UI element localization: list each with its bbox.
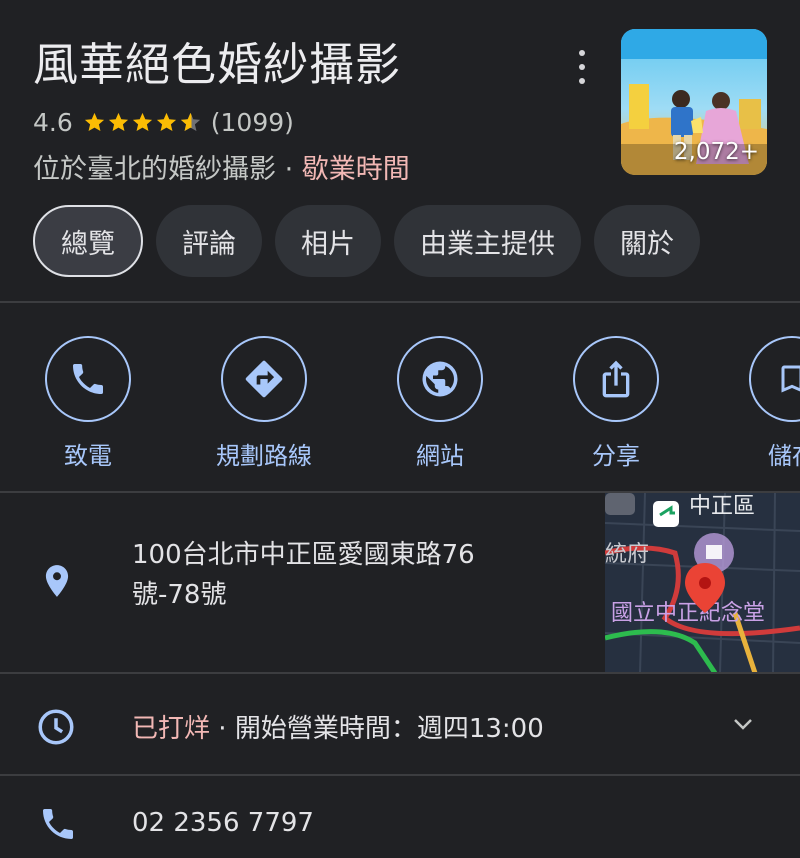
share-label: 分享: [592, 442, 640, 470]
category-row: 位於臺北的婚紗攝影 · 歇業時間: [33, 147, 410, 186]
hours-link[interactable]: 歇業時間: [302, 154, 410, 185]
tab-overview[interactable]: 總覽: [33, 205, 143, 277]
closed-status: 已打烊: [132, 714, 211, 744]
place-header: 風華絕色婚紗攝影 4.6 (1099) 位於臺北的婚紗攝影 · 歇業時間 2,0…: [0, 0, 800, 200]
phone-icon: [43, 809, 73, 839]
tab-photos[interactable]: 相片: [275, 205, 381, 277]
more-options-icon[interactable]: [568, 50, 596, 84]
hours-status: 已打烊 · 開始營業時間：週四13:00: [132, 708, 544, 745]
place-photo-thumbnail[interactable]: 2,072+: [621, 29, 767, 175]
address-row[interactable]: 100台北市中正區愛國東路76 號-78號 中正區 統府 國立中正紀念堂: [0, 493, 800, 673]
location-pin-icon: [45, 565, 69, 597]
phone-number: 02 2356 7797: [132, 808, 314, 838]
rating-value: 4.6: [33, 108, 73, 137]
category-label: 位於臺北的婚紗攝影: [33, 154, 276, 185]
share-button[interactable]: 分享: [528, 336, 704, 471]
save-label: 儲存: [768, 442, 800, 470]
star-icon: [84, 112, 104, 132]
next-open-time: 開始營業時間：週四13:00: [234, 714, 544, 744]
divider: [0, 301, 800, 303]
address-text: 100台北市中正區愛國東路76 號-78號: [132, 535, 552, 615]
meta-separator: ·: [276, 154, 302, 185]
globe-icon: [422, 361, 458, 397]
directions-icon: [245, 360, 283, 398]
star-icon: [108, 112, 128, 132]
action-buttons: 致電 規劃路線 網站 分享 儲存: [0, 336, 800, 470]
tab-from-owner[interactable]: 由業主提供: [394, 205, 581, 277]
star-icon: [156, 112, 176, 132]
map-thumbnail[interactable]: 中正區 統府 國立中正紀念堂: [605, 493, 800, 673]
address-line-2: 號-78號: [132, 580, 227, 610]
website-button[interactable]: 網站: [352, 336, 528, 471]
tab-about[interactable]: 關於: [594, 205, 700, 277]
tab-reviews[interactable]: 評論: [156, 205, 262, 277]
phone-icon: [73, 364, 103, 394]
website-label: 網站: [416, 442, 464, 470]
rating-row[interactable]: 4.6 (1099): [33, 108, 294, 137]
call-button[interactable]: 致電: [0, 336, 176, 471]
address-line-1: 100台北市中正區愛國東路76: [132, 540, 475, 570]
tab-bar: 總覽 評論 相片 由業主提供 關於: [33, 205, 700, 277]
place-title: 風華絕色婚紗攝影: [33, 38, 402, 91]
directions-button[interactable]: 規劃路線: [176, 336, 352, 471]
half-star-icon: [180, 112, 200, 132]
map-image: 中正區 統府 國立中正紀念堂: [605, 493, 800, 673]
chevron-down-icon[interactable]: [728, 712, 758, 736]
clock-icon: [38, 709, 74, 745]
directions-label: 規劃路線: [216, 442, 312, 470]
share-icon: [602, 360, 630, 398]
star-rating: [83, 111, 203, 134]
hours-separator: ·: [210, 714, 235, 744]
map-district-label: 中正區: [689, 493, 755, 518]
star-icon: [132, 112, 152, 132]
phone-row[interactable]: 02 2356 7797: [0, 776, 800, 858]
save-button[interactable]: 儲存: [704, 336, 800, 471]
review-count: (1099): [210, 108, 294, 137]
photo-count: 2,072+: [673, 139, 759, 165]
hours-row[interactable]: 已打烊 · 開始營業時間：週四13:00: [0, 674, 800, 774]
map-landmark-label: 國立中正紀念堂: [611, 600, 765, 625]
map-nearby-label: 統府: [605, 541, 649, 566]
bookmark-icon: [781, 365, 800, 393]
call-label: 致電: [64, 442, 112, 470]
